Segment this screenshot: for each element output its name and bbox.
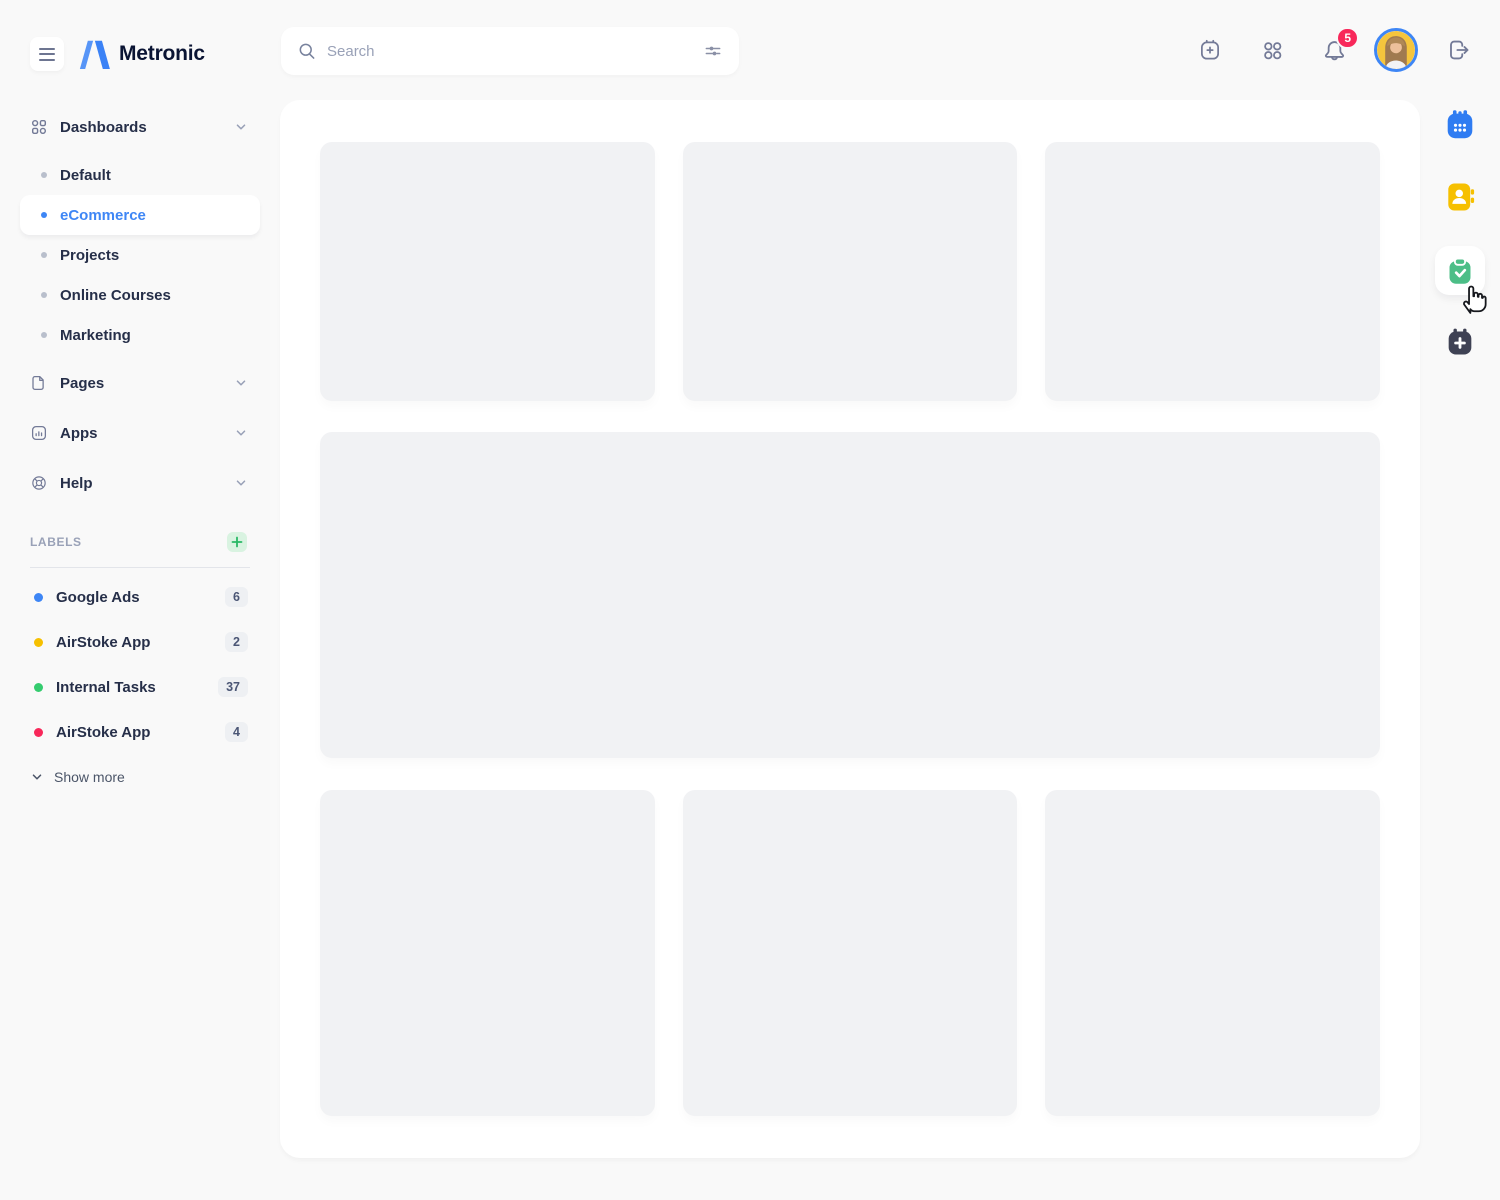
rail-tasks-button[interactable] (1443, 254, 1477, 288)
notification-count-badge: 5 (1336, 27, 1359, 49)
placeholder-card (320, 142, 655, 401)
bullet-dot-icon (41, 332, 47, 338)
grid-icon (30, 118, 48, 136)
rail-active-item-card (1435, 246, 1485, 295)
avatar[interactable] (1374, 28, 1418, 72)
add-square-button[interactable] (1196, 36, 1224, 64)
add-label-button[interactable] (227, 532, 247, 552)
apps-grid-icon (1260, 38, 1285, 63)
content-card (280, 100, 1420, 1158)
label-item-airstoke-app[interactable]: AirStoke App 2 (20, 622, 260, 662)
sidebar: Dashboards Default eCommerce Projects On… (20, 107, 260, 797)
show-more-button[interactable]: Show more (20, 757, 260, 797)
placeholder-card (1045, 790, 1380, 1116)
chevron-down-icon (30, 770, 44, 784)
bullet-dot-icon (41, 292, 47, 298)
sidebar-section-pages[interactable]: Pages (20, 363, 260, 403)
chevron-down-icon (234, 426, 248, 440)
chevron-down-icon (234, 376, 248, 390)
placeholder-card-wide (320, 432, 1380, 758)
add-square-icon (1197, 37, 1223, 63)
label-dot-icon (34, 638, 43, 647)
placeholder-card (683, 142, 1018, 401)
tasks-check-icon (1443, 254, 1477, 288)
search-filter-button[interactable] (703, 41, 723, 61)
label-item-internal-tasks[interactable]: Internal Tasks 37 (20, 667, 260, 707)
chevron-down-icon (234, 476, 248, 490)
bullet-dot-icon (41, 252, 47, 258)
logout-button[interactable] (1445, 36, 1473, 64)
brand-name: Metronic (119, 42, 205, 66)
brand-logo: Metronic (78, 36, 205, 72)
divider (30, 567, 250, 568)
sidebar-item-online-courses[interactable]: Online Courses (20, 275, 260, 315)
sidebar-section-dashboards[interactable]: Dashboards (20, 107, 260, 147)
count-badge: 6 (225, 587, 248, 607)
logout-icon (1446, 37, 1472, 63)
bullet-dot-icon (41, 172, 47, 178)
rail-contacts-button[interactable] (1440, 177, 1480, 217)
sidebar-section-help[interactable]: Help (20, 463, 260, 503)
label-dot-icon (34, 593, 43, 602)
avatar-image (1377, 31, 1415, 69)
labels-heading: LABELS (30, 535, 82, 549)
sidebar-item-projects[interactable]: Projects (20, 235, 260, 275)
label-item-airstoke-app-2[interactable]: AirStoke App 4 (20, 712, 260, 752)
search-icon (297, 41, 317, 61)
lifebuoy-icon (30, 474, 48, 492)
sidebar-item-marketing[interactable]: Marketing (20, 315, 260, 355)
sidebar-section-apps[interactable]: Apps (20, 413, 260, 453)
search-bar[interactable] (281, 27, 739, 75)
filter-sliders-icon (703, 41, 723, 61)
file-icon (30, 374, 48, 392)
apps-grid-button[interactable] (1258, 36, 1286, 64)
placeholder-card (683, 790, 1018, 1116)
menu-toggle-button[interactable] (30, 37, 64, 71)
menu-toggle-icon (39, 48, 55, 50)
placeholder-row-top (320, 142, 1380, 401)
section-label: Apps (60, 425, 98, 442)
labels-header: LABELS (20, 530, 260, 554)
metronic-logo-icon (78, 39, 110, 69)
label-dot-icon (34, 728, 43, 737)
contacts-book-icon (1442, 179, 1478, 215)
sidebar-item-default[interactable]: Default (20, 155, 260, 195)
rail-add-button[interactable] (1440, 322, 1480, 362)
label-item-google-ads[interactable]: Google Ads 6 (20, 577, 260, 617)
add-calendar-icon (1443, 325, 1477, 359)
label-dot-icon (34, 683, 43, 692)
sidebar-item-ecommerce[interactable]: eCommerce (20, 195, 260, 235)
placeholder-card (320, 790, 655, 1116)
count-badge: 37 (218, 677, 248, 697)
notifications-button[interactable]: 5 (1320, 36, 1348, 64)
placeholder-card (1045, 142, 1380, 401)
section-label: Pages (60, 375, 104, 392)
chevron-down-icon (234, 120, 248, 134)
chart-square-icon (30, 424, 48, 442)
count-badge: 4 (225, 722, 248, 742)
bullet-dot-icon (41, 212, 47, 218)
calendar-icon (1442, 107, 1478, 143)
rail-calendar-button[interactable] (1440, 105, 1480, 145)
plus-icon (231, 536, 243, 548)
placeholder-row-bottom (320, 790, 1380, 1116)
search-input[interactable] (327, 43, 703, 60)
count-badge: 2 (225, 632, 248, 652)
section-label: Dashboards (60, 119, 147, 136)
section-label: Help (60, 475, 93, 492)
